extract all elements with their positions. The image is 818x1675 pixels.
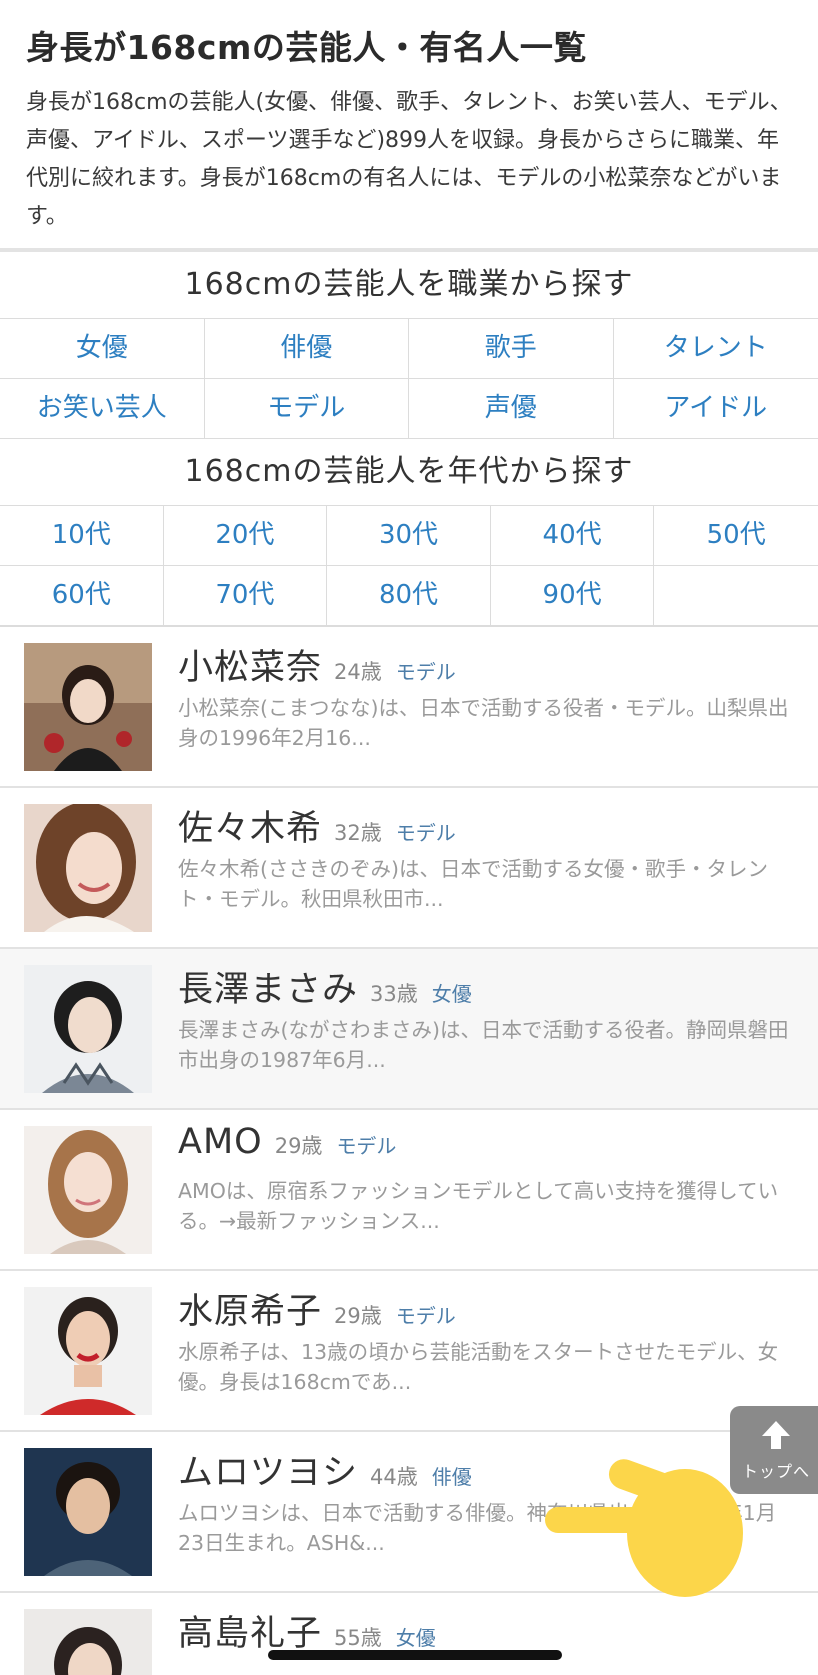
celebrity-list-item[interactable]: 高島礼子 55歳 女優	[0, 1593, 818, 1675]
celebrity-job: モデル	[395, 821, 456, 845]
celebrity-list-item[interactable]: 佐々木希 32歳 モデル 佐々木希(ささきのぞみ)は、日本で活動する女優・歌手・…	[0, 788, 818, 949]
celebrity-info: 佐々木希 32歳 モデル 佐々木希(ささきのぞみ)は、日本で活動する女優・歌手・…	[178, 800, 798, 914]
age-link[interactable]: 30代	[327, 506, 491, 566]
celebrity-info: 高島礼子 55歳 女優	[178, 1605, 798, 1675]
page: 身長が168cmの芸能人・有名人一覧 身長が168cmの芸能人(女優、俳優、歌手…	[0, 0, 818, 1675]
occupation-grid: 女優 俳優 歌手 タレント お笑い芸人 モデル 声優 アイドル	[0, 319, 818, 439]
age-link[interactable]: 20代	[163, 506, 328, 566]
celebrity-list: 小松菜奈 24歳 モデル 小松菜奈(こまつなな)は、日本で活動する役者・モデル。…	[0, 626, 818, 1675]
celebrity-job: 俳優	[431, 1465, 472, 1489]
celebrity-job: 女優	[395, 1626, 436, 1650]
occupation-link[interactable]: 歌手	[409, 319, 614, 379]
celebrity-description: 小松菜奈(こまつなな)は、日本で活動する役者・モデル。山梨県出身の1996年2月…	[178, 696, 789, 750]
celebrity-name: 高島礼子	[178, 1614, 323, 1654]
celebrity-list-item[interactable]: ムロツヨシ 44歳 俳優 ムロツヨシは、日本で活動する俳優。神奈川県出身の197…	[0, 1432, 818, 1593]
celebrity-description: AMOは、原宿系ファッションモデルとして高い支持を獲得している。→最新ファッショ…	[178, 1179, 779, 1233]
celebrity-list-item[interactable]: AMO 29歳 モデル AMOは、原宿系ファッションモデルとして高い支持を獲得し…	[0, 1110, 818, 1271]
celebrity-description: 長澤まさみ(ながさわまさみ)は、日本で活動する役者。静岡県磐田市出身の1987年…	[178, 1018, 789, 1072]
celebrity-name: AMO	[178, 1122, 263, 1162]
celebrity-list-item[interactable]: 長澤まさみ 33歳 女優 長澤まさみ(ながさわまさみ)は、日本で活動する役者。静…	[0, 949, 818, 1110]
celebrity-job: モデル	[395, 1304, 456, 1328]
celebrity-name: 長澤まさみ	[178, 970, 359, 1010]
celebrity-list-item[interactable]: 小松菜奈 24歳 モデル 小松菜奈(こまつなな)は、日本で活動する役者・モデル。…	[0, 627, 818, 788]
celebrity-name: ムロツヨシ	[178, 1453, 359, 1493]
celebrity-photo	[24, 1448, 152, 1576]
age-link[interactable]: 60代	[0, 566, 164, 625]
arrow-up-icon	[759, 1418, 793, 1452]
celebrity-info: AMO 29歳 モデル AMOは、原宿系ファッションモデルとして高い支持を獲得し…	[178, 1122, 798, 1236]
page-title: 身長が168cmの芸能人・有名人一覧	[26, 28, 587, 67]
celebrity-age: 33歳	[370, 982, 418, 1006]
celebrity-job: モデル	[336, 1134, 397, 1158]
back-to-top-button[interactable]: トップへ	[730, 1406, 818, 1494]
intro-text: 身長が168cmの芸能人(女優、俳優、歌手、タレント、お笑い芸人、モデル、声優、…	[26, 90, 792, 229]
celebrity-age: 55歳	[334, 1626, 382, 1650]
occupation-link[interactable]: お笑い芸人	[0, 379, 205, 438]
celebrity-age: 29歳	[334, 1304, 382, 1328]
age-link[interactable]: 90代	[491, 566, 655, 625]
celebrity-description: 佐々木希(ささきのぞみ)は、日本で活動する女優・歌手・タレント・モデル。秋田県秋…	[178, 857, 768, 911]
celebrity-name: 佐々木希	[178, 809, 323, 849]
age-link[interactable]: 10代	[0, 506, 164, 566]
celebrity-age: 24歳	[334, 660, 382, 684]
occupation-link[interactable]: 声優	[409, 379, 614, 438]
celebrity-description: 水原希子は、13歳の頃から芸能活動をスタートさせたモデル、女優。身長は168cm…	[178, 1340, 779, 1394]
celebrity-info: ムロツヨシ 44歳 俳優 ムロツヨシは、日本で活動する俳優。神奈川県出身の197…	[178, 1444, 798, 1558]
age-link[interactable]: 50代	[654, 506, 818, 566]
celebrity-photo	[24, 804, 152, 932]
age-link[interactable]: 70代	[164, 566, 328, 625]
celebrity-info: 水原希子 29歳 モデル 水原希子は、13歳の頃から芸能活動をスタートさせたモデ…	[178, 1283, 798, 1397]
celebrity-photo	[24, 1609, 152, 1675]
age-link[interactable]: 80代	[327, 566, 491, 625]
celebrity-list-item[interactable]: 水原希子 29歳 モデル 水原希子は、13歳の頃から芸能活動をスタートさせたモデ…	[0, 1271, 818, 1432]
celebrity-job: モデル	[395, 660, 456, 684]
back-to-top-label: トップへ	[741, 1462, 810, 1481]
celebrity-info: 小松菜奈 24歳 モデル 小松菜奈(こまつなな)は、日本で活動する役者・モデル。…	[178, 639, 798, 753]
celebrity-description	[178, 1659, 798, 1675]
age-grid: 10代 20代 30代 40代 50代 60代 70代 80代 90代	[0, 506, 818, 626]
age-link[interactable]: 40代	[490, 506, 655, 566]
occupation-link[interactable]: モデル	[205, 379, 409, 438]
celebrity-description: ムロツヨシは、日本で活動する俳優。神奈川県出身の1976年1月23日生まれ。AS…	[178, 1501, 777, 1555]
occupation-link[interactable]: 俳優	[204, 319, 409, 379]
age-heading: 168cmの芸能人を年代から探す	[0, 439, 818, 506]
celebrity-photo	[24, 965, 152, 1093]
occupation-link[interactable]: タレント	[613, 319, 818, 379]
celebrity-age: 44歳	[370, 1465, 418, 1489]
celebrity-name: 小松菜奈	[178, 648, 323, 688]
celebrity-age: 32歳	[334, 821, 382, 845]
celebrity-photo	[24, 1287, 152, 1415]
occupation-link[interactable]: 女優	[0, 319, 205, 379]
celebrity-age: 29歳	[274, 1134, 323, 1158]
occupation-link[interactable]: アイドル	[614, 379, 818, 438]
occupation-heading: 168cmの芸能人を職業から探す	[0, 252, 818, 319]
celebrity-info: 長澤まさみ 33歳 女優 長澤まさみ(ながさわまさみ)は、日本で活動する役者。静…	[178, 961, 798, 1075]
age-empty-cell	[654, 566, 818, 625]
celebrity-job: 女優	[431, 982, 472, 1006]
celebrity-name: 水原希子	[178, 1292, 323, 1332]
home-indicator	[268, 1650, 562, 1660]
celebrity-photo	[24, 1126, 152, 1254]
celebrity-photo	[24, 643, 152, 771]
